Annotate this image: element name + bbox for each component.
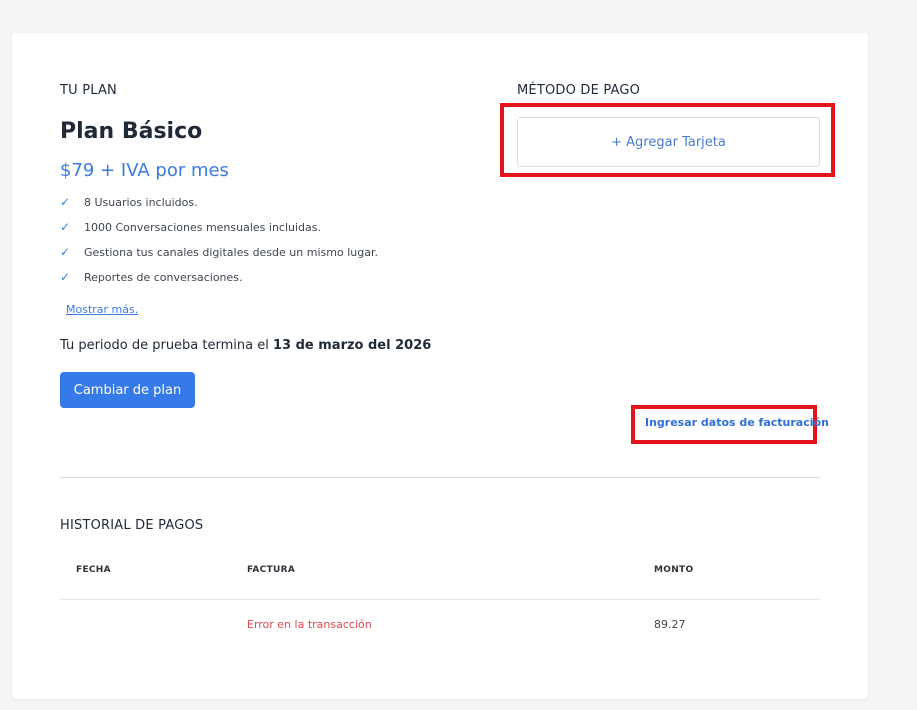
check-icon: ✓ [60, 270, 71, 284]
plan-name: Plan Básico [60, 119, 203, 144]
feature-item: ✓ Reportes de conversaciones. [60, 269, 243, 285]
feature-item: ✓ 1000 Conversaciones mensuales incluida… [60, 219, 321, 235]
column-header-date: FECHA [76, 565, 111, 575]
add-card-button[interactable]: + Agregar Tarjeta [517, 117, 820, 167]
table-row: Error en la transacción 89.27 [60, 609, 820, 641]
column-header-amount: MONTO [654, 565, 694, 575]
check-icon: ✓ [60, 195, 71, 209]
show-more-link[interactable]: Mostrar más. [66, 303, 138, 316]
check-icon: ✓ [60, 245, 71, 259]
trial-prefix: Tu periodo de prueba termina el [60, 338, 269, 353]
feature-item: ✓ Gestiona tus canales digitales desde u… [60, 244, 378, 260]
check-icon: ✓ [60, 220, 71, 234]
row-invoice-status: Error en la transacción [247, 618, 372, 631]
billing-data-link[interactable]: Ingresar datos de facturación [645, 416, 829, 429]
plan-price: $79 + IVA por mes [60, 160, 229, 181]
trial-end-date: 13 de marzo del 2026 [272, 338, 432, 353]
billing-card: TU PLAN Plan Básico $79 + IVA por mes ✓ … [12, 33, 868, 699]
feature-label: Gestiona tus canales digitales desde un … [84, 245, 378, 259]
trial-notice: Tu periodo de prueba termina el 13 de ma… [60, 338, 431, 353]
change-plan-button[interactable]: Cambiar de plan [60, 372, 195, 408]
feature-label: 1000 Conversaciones mensuales incluidas. [84, 220, 322, 234]
row-amount: 89.27 [654, 618, 686, 631]
payment-section-title: MÉTODO DE PAGO [517, 83, 641, 98]
section-divider [60, 477, 820, 478]
feature-item: ✓ 8 Usuarios incluidos. [60, 194, 198, 210]
column-header-invoice: FACTURA [247, 565, 296, 575]
feature-label: Reportes de conversaciones. [84, 270, 243, 284]
table-header-divider [60, 599, 820, 600]
plan-section-title: TU PLAN [60, 83, 117, 98]
feature-label: 8 Usuarios incluidos. [84, 195, 198, 209]
history-section-title: HISTORIAL DE PAGOS [60, 518, 204, 533]
